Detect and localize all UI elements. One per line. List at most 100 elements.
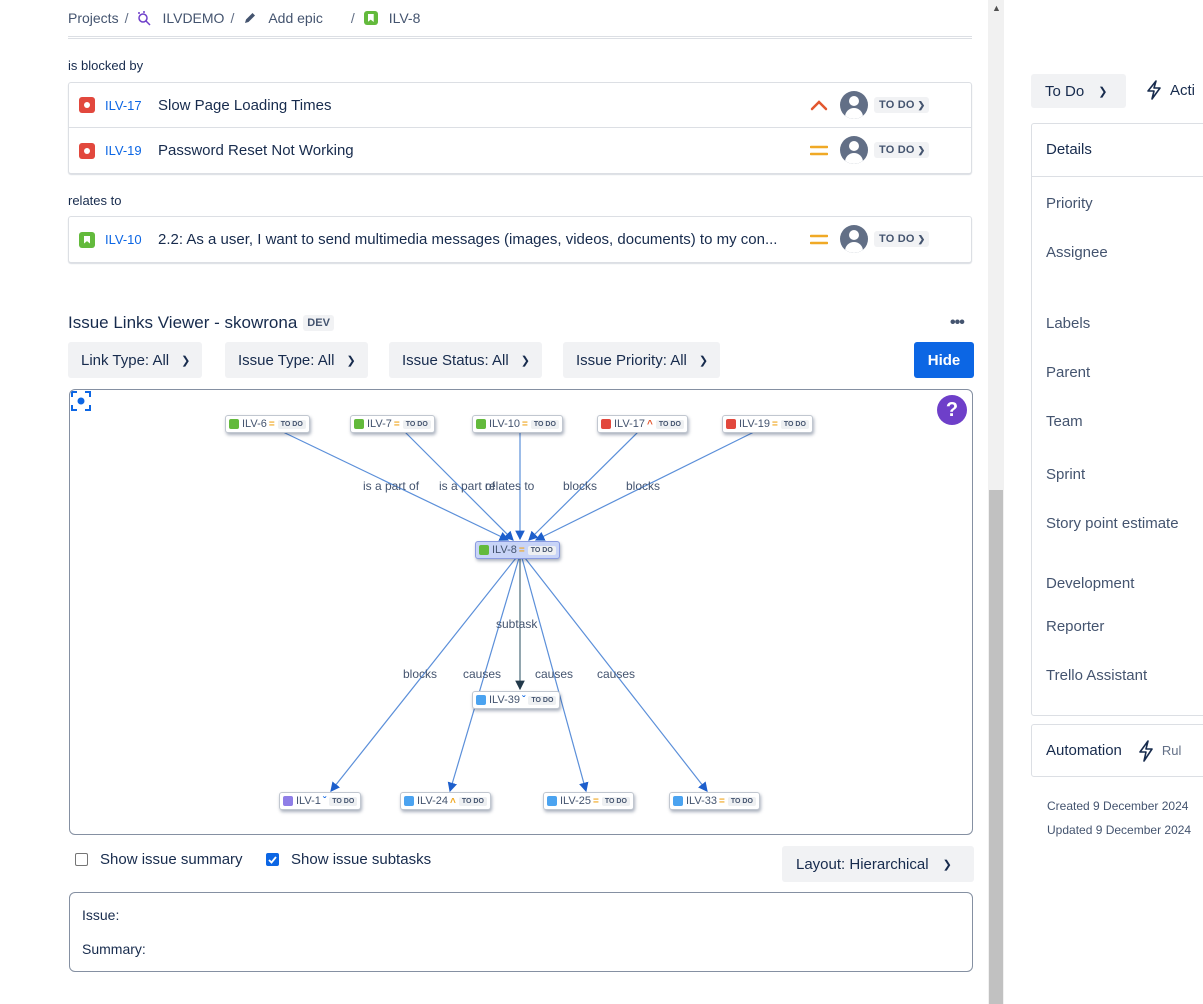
status-dropdown[interactable]: To Do ❯ — [1031, 74, 1126, 108]
edge-label: causes — [463, 667, 502, 681]
breadcrumb-projects[interactable]: Projects — [68, 10, 119, 26]
issue-summary[interactable]: Slow Page Loading Times — [158, 97, 331, 114]
graph-node[interactable]: ILV-24 ˄ TO DO — [400, 792, 491, 810]
edge-label: blocks — [626, 479, 661, 493]
story-icon — [354, 419, 364, 429]
status-lozenge[interactable]: TO DO ❯ — [874, 231, 930, 247]
status-lozenge[interactable]: TO DO ❯ — [874, 97, 930, 113]
checkbox-checked[interactable] — [266, 853, 279, 866]
show-subtasks-checkbox[interactable]: Show issue subtasks — [266, 851, 431, 868]
linked-issues-list: ILV-10 2.2: As a user, I want to send mu… — [68, 216, 972, 263]
scrollbar-thumb[interactable] — [989, 490, 1003, 1004]
priority-highest-icon: ˄ — [450, 795, 456, 807]
breadcrumb-separator: / — [124, 10, 129, 26]
assignee-avatar[interactable] — [840, 225, 868, 253]
bug-icon — [79, 142, 95, 159]
graph-node[interactable]: ILV-7 = TO DO — [350, 415, 435, 433]
filter-label: Link Type: All — [81, 351, 170, 369]
actions-button[interactable]: Acti — [1146, 80, 1195, 100]
filter-link-type[interactable]: Link Type: All ❯ — [68, 342, 203, 378]
chevron-down-icon: ❯ — [917, 233, 926, 244]
status-text: TO DO — [879, 233, 915, 245]
priority-medium-icon: = — [393, 418, 400, 430]
link-group-label: is blocked by — [68, 58, 144, 73]
scrollbar[interactable]: ▲ — [988, 0, 1004, 1004]
linked-issue-row[interactable]: ILV-10 2.2: As a user, I want to send mu… — [69, 217, 971, 262]
graph-node-current[interactable]: ILV-8 = TO DO — [475, 541, 560, 559]
status-lozenge[interactable]: TO DO ❯ — [874, 142, 930, 158]
priority-medium-icon: = — [522, 418, 528, 430]
graph-edges — [282, 431, 755, 793]
assignee-avatar[interactable] — [840, 136, 868, 164]
lightning-icon — [1139, 739, 1153, 762]
info-issue-label: Issue: — [82, 907, 120, 923]
node-status: TO DO — [601, 796, 630, 806]
hide-button[interactable]: Hide — [914, 342, 974, 378]
more-actions-icon[interactable]: ••• — [950, 314, 965, 332]
project-icon — [136, 10, 152, 26]
automation-label: Automation — [1046, 742, 1122, 759]
fit-view-icon[interactable] — [70, 390, 92, 412]
chevron-down-icon: ❯ — [698, 354, 709, 367]
node-status: TO DO — [780, 419, 809, 429]
filter-label: Issue Priority: All — [576, 351, 687, 369]
bug-icon — [726, 419, 736, 429]
assignee-avatar[interactable] — [840, 91, 868, 119]
graph-node[interactable]: ILV-39 ˇ TO DO — [472, 691, 561, 709]
linked-issues-list: ILV-17 Slow Page Loading Times TO DO ❯ IL… — [68, 82, 972, 174]
issue-key-link[interactable]: ILV-17 — [105, 98, 149, 113]
story-icon — [476, 419, 486, 429]
updated-date: Updated 9 December 2024 — [1047, 823, 1192, 837]
edge-label: blocks — [563, 479, 598, 493]
issue-summary[interactable]: Password Reset Not Working — [158, 142, 354, 159]
field-development: Development — [1046, 575, 1135, 592]
graph-node[interactable]: ILV-17 ^ TO DO — [597, 415, 688, 433]
checkbox-label: Show issue subtasks — [291, 851, 432, 868]
breadcrumb-issue[interactable]: ILV-8 — [389, 10, 421, 26]
breadcrumb-project[interactable]: ILVDEMO — [162, 10, 224, 26]
help-icon[interactable]: ? — [937, 395, 967, 425]
issue-summary[interactable]: 2.2: As a user, I want to send multimedi… — [158, 231, 777, 248]
info-summary-label: Summary: — [82, 941, 146, 957]
layout-dropdown[interactable]: Layout: Hierarchical ❯ — [782, 846, 974, 882]
automation-panel[interactable]: Automation Rul — [1031, 724, 1203, 777]
scroll-up-arrow-icon[interactable]: ▲ — [992, 3, 1001, 13]
field-assignee: Assignee — [1046, 244, 1108, 261]
node-status: TO DO — [727, 796, 756, 806]
breadcrumb-add-epic[interactable]: Add epic — [268, 10, 322, 26]
details-header[interactable]: Details — [1032, 124, 1203, 177]
priority-medium-icon: = — [772, 418, 778, 430]
filter-issue-priority[interactable]: Issue Priority: All ❯ — [563, 342, 721, 378]
field-team: Team — [1046, 413, 1083, 430]
node-key: ILV-17 — [614, 418, 645, 430]
priority-medium-icon: = — [518, 544, 525, 556]
priority-medium-icon: = — [719, 795, 725, 807]
node-key: ILV-10 — [489, 418, 520, 430]
linked-issue-row[interactable]: ILV-17 Slow Page Loading Times TO DO ❯ — [69, 83, 971, 128]
chevron-down-icon: ❯ — [942, 858, 952, 871]
filter-issue-type[interactable]: Issue Type: All ❯ — [225, 342, 368, 378]
ilv-title: Issue Links Viewer - skowrona DEV — [68, 313, 334, 333]
priority-low-icon: ˇ — [522, 694, 526, 706]
issue-key-link[interactable]: ILV-19 — [105, 143, 149, 158]
issue-graph-canvas[interactable]: is a part of is a part of relates to blo… — [69, 389, 973, 835]
graph-node[interactable]: ILV-6 = TO DO — [225, 415, 310, 433]
chevron-down-icon: ❯ — [346, 354, 356, 367]
issue-key-link[interactable]: ILV-10 — [105, 232, 149, 247]
checkbox-unchecked[interactable] — [75, 853, 88, 866]
field-labels: Labels — [1046, 315, 1091, 332]
graph-node[interactable]: ILV-25 = TO DO — [543, 792, 634, 810]
graph-node[interactable]: ILV-1 ˇ TO DO — [279, 792, 362, 810]
filter-issue-status[interactable]: Issue Status: All ❯ — [389, 342, 542, 378]
node-key: ILV-7 — [367, 418, 392, 430]
field-parent: Parent — [1046, 364, 1091, 381]
status-text: TO DO — [879, 144, 915, 156]
show-summary-checkbox[interactable]: Show issue summary — [75, 851, 243, 868]
graph-node[interactable]: ILV-19 = TO DO — [722, 415, 813, 433]
graph-node[interactable]: ILV-10 = TO DO — [472, 415, 563, 433]
linked-issue-row[interactable]: ILV-19 Password Reset Not Working TO DO ❯ — [69, 128, 971, 173]
details-panel: Details Priority Assignee Labels Parent … — [1031, 123, 1203, 716]
priority-medium-icon — [810, 230, 828, 248]
graph-node[interactable]: ILV-33 = TO DO — [669, 792, 760, 810]
node-status: TO DO — [329, 796, 358, 806]
